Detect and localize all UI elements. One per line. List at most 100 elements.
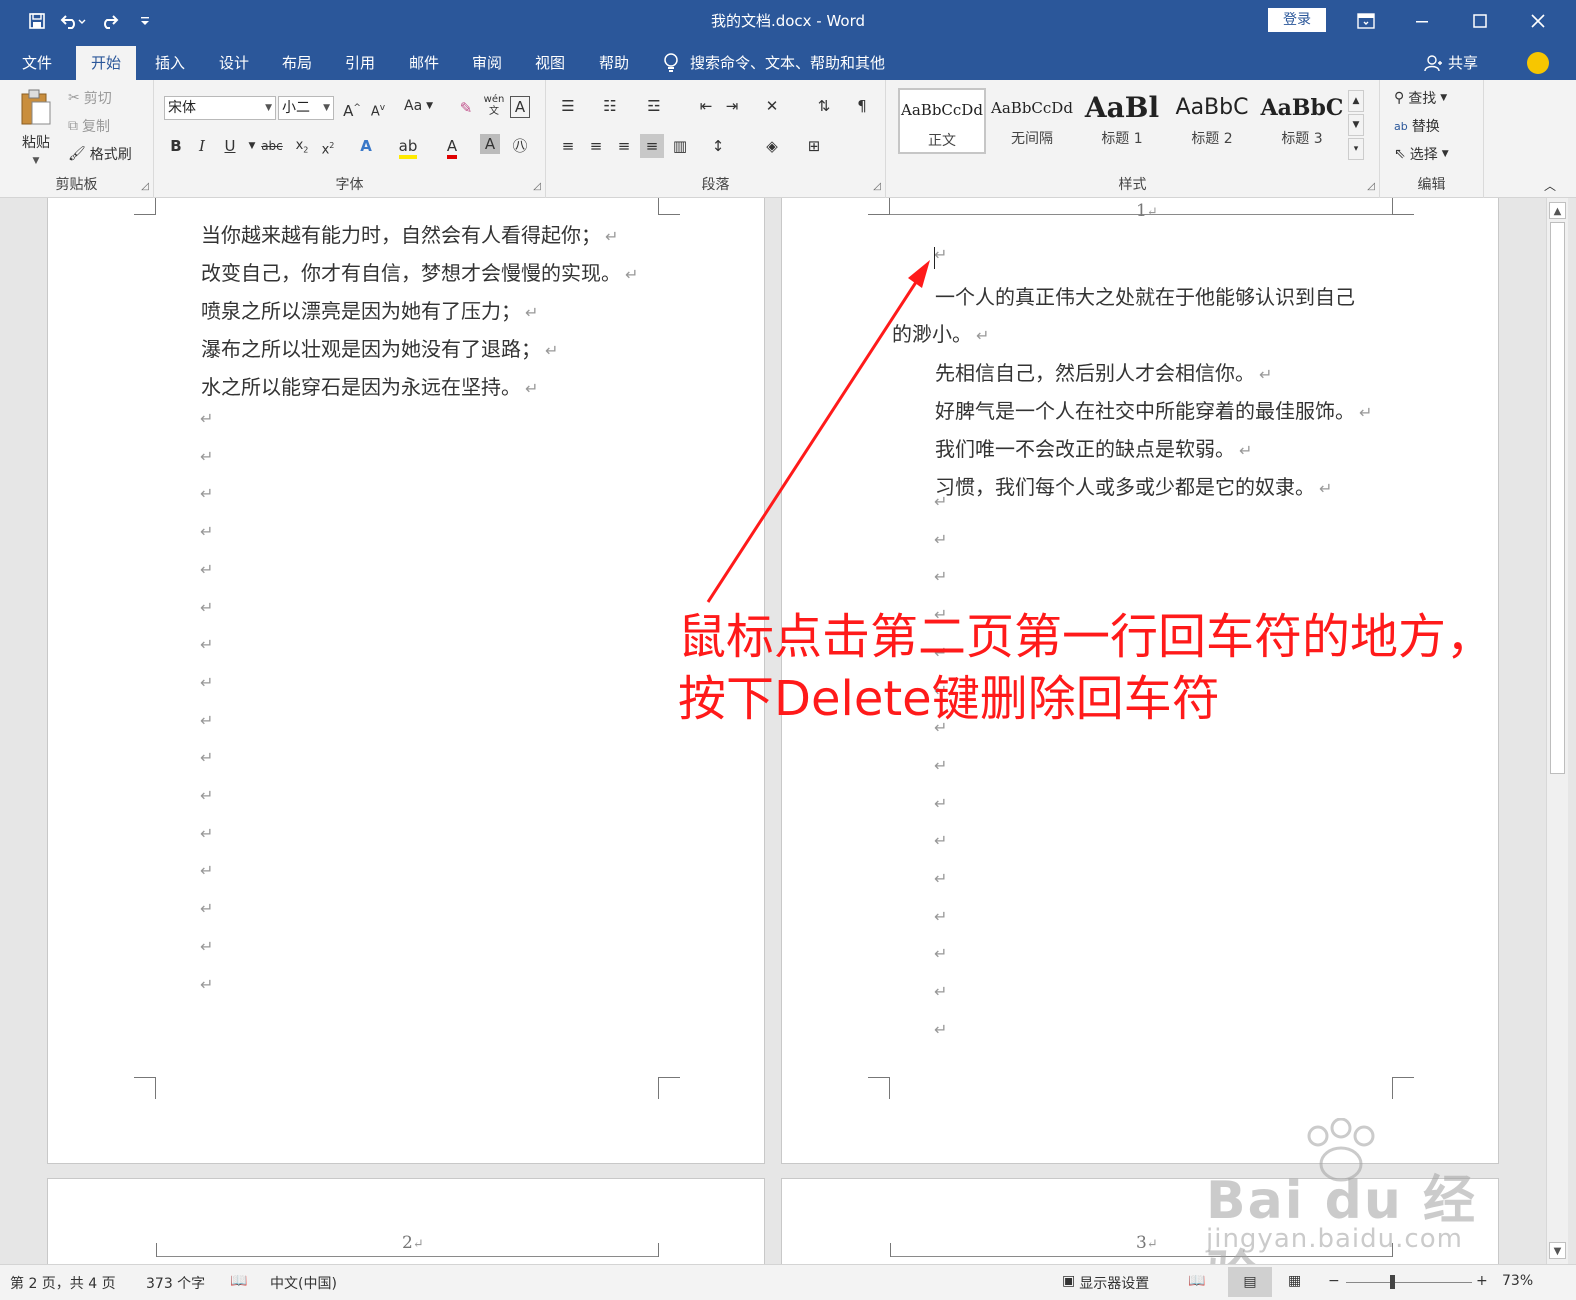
text-line[interactable]: 喷泉之所以漂亮是因为她有了压力； ↵: [201, 297, 538, 327]
zoom-in-icon[interactable]: +: [1476, 1273, 1488, 1289]
text-line[interactable]: 的渺小。 ↵: [892, 320, 989, 350]
find-button[interactable]: ⚲ 查找 ▼: [1394, 88, 1447, 108]
first-line-paragraph-mark[interactable]: ↵: [934, 245, 947, 264]
select-button[interactable]: ⇖ 选择 ▼: [1394, 144, 1449, 164]
italic-icon[interactable]: I: [190, 134, 214, 158]
proofing-icon[interactable]: 📖: [230, 1273, 247, 1289]
font-color-icon[interactable]: A: [440, 134, 464, 159]
tab-insert[interactable]: 插入: [140, 46, 200, 80]
read-mode-icon[interactable]: 📖: [1188, 1273, 1205, 1289]
change-case-button[interactable]: Aa ▼: [404, 98, 433, 114]
style-heading-2[interactable]: AaBbC 标题 2: [1168, 88, 1256, 154]
zoom-slider[interactable]: [1346, 1282, 1472, 1283]
cut-button[interactable]: ✂ 剪切: [68, 88, 112, 108]
tab-file[interactable]: 文件: [8, 46, 66, 80]
paragraph-mark[interactable]: ↵: [934, 869, 947, 888]
dialog-launcher-icon[interactable]: ◿: [873, 181, 881, 192]
display-settings-button[interactable]: ▣ 显示器设置: [1062, 1273, 1149, 1293]
tab-mailings[interactable]: 邮件: [394, 46, 454, 80]
paragraph-mark[interactable]: ↵: [934, 944, 947, 963]
show-formatting-marks-icon[interactable]: ¶: [850, 94, 874, 118]
chinese-layout-icon[interactable]: ✕: [760, 94, 784, 118]
style-no-spacing[interactable]: AaBbCcDd 无间隔: [988, 88, 1076, 154]
sort-icon[interactable]: ⇅: [812, 94, 836, 118]
zoom-slider-knob[interactable]: [1390, 1275, 1395, 1289]
line-spacing-icon[interactable]: ↕: [706, 134, 730, 158]
page-info[interactable]: 第 2 页，共 4 页: [10, 1273, 116, 1293]
paragraph-mark[interactable]: ↵: [200, 824, 213, 843]
tab-review[interactable]: 审阅: [457, 46, 517, 80]
paragraph-mark[interactable]: ↵: [934, 907, 947, 926]
maximize-icon[interactable]: [1460, 6, 1500, 36]
paragraph-mark[interactable]: ↵: [200, 786, 213, 805]
tab-layout[interactable]: 布局: [267, 46, 327, 80]
paragraph-mark[interactable]: ↵: [934, 492, 947, 511]
subscript-icon[interactable]: x2: [290, 134, 314, 163]
styles-more-icon[interactable]: ▾: [1348, 138, 1364, 160]
text-line[interactable]: 好脾气是一个人在社交中所能穿着的最佳服饰。 ↵: [935, 397, 1372, 427]
text-line[interactable]: 先相信自己，然后别人才会相信你。 ↵: [935, 359, 1272, 389]
paragraph-mark[interactable]: ↵: [934, 1020, 947, 1039]
text-line[interactable]: 瀑布之所以壮观是因为她没有了退路； ↵: [201, 335, 558, 365]
tab-references[interactable]: 引用: [330, 46, 390, 80]
tab-help[interactable]: 帮助: [584, 46, 644, 80]
strikethrough-icon[interactable]: abc: [260, 134, 284, 158]
scroll-down-icon[interactable]: ▼: [1549, 1242, 1566, 1259]
collapse-ribbon-icon[interactable]: ︿: [1538, 174, 1562, 198]
styles-scroll-down-icon[interactable]: ▼: [1348, 114, 1364, 136]
dialog-launcher-icon[interactable]: ◿: [533, 181, 541, 192]
paragraph-mark[interactable]: ↵: [200, 711, 213, 730]
dialog-launcher-icon[interactable]: ◿: [1367, 181, 1375, 192]
superscript-icon[interactable]: x2: [316, 134, 340, 162]
distributed-icon[interactable]: ▥: [668, 134, 692, 158]
feedback-smiley-icon[interactable]: [1527, 52, 1549, 74]
align-left-icon[interactable]: ≡: [556, 134, 580, 158]
paragraph-mark[interactable]: ↵: [200, 484, 213, 503]
enclose-characters-icon[interactable]: ㊇: [508, 134, 532, 158]
paragraph-mark[interactable]: ↵: [934, 530, 947, 549]
paste-button[interactable]: 粘贴 ▼: [18, 88, 54, 166]
print-layout-icon[interactable]: ▤: [1228, 1267, 1272, 1297]
text-line[interactable]: 一个人的真正伟大之处就在于他能够认识到自己: [935, 283, 1355, 311]
shrink-font-icon[interactable]: Av: [366, 96, 390, 124]
minimize-icon[interactable]: [1402, 6, 1442, 36]
page-1[interactable]: ↵ 当你越来越有能力时，自然会有人看得起你；↵ 改变自己，你才有自信，梦想才会慢…: [47, 198, 765, 1164]
paragraph-mark[interactable]: ↵: [934, 982, 947, 1001]
paragraph-mark[interactable]: ↵: [200, 975, 213, 994]
close-icon[interactable]: [1518, 6, 1558, 36]
shading-icon[interactable]: ◈: [760, 134, 784, 158]
format-painter-button[interactable]: 🖌 格式刷: [68, 144, 132, 164]
text-line[interactable]: 习惯，我们每个人或多或少都是它的奴隶。 ↵: [935, 473, 1332, 503]
justify-icon[interactable]: ≡: [640, 134, 664, 158]
replace-button[interactable]: ab 替换: [1394, 116, 1440, 136]
tab-view[interactable]: 视图: [520, 46, 580, 80]
text-line[interactable]: 当你越来越有能力时，自然会有人看得起你； ↵: [201, 221, 618, 251]
text-line[interactable]: 改变自己，你才有自信，梦想才会慢慢的实现。 ↵: [201, 259, 638, 289]
bullets-icon[interactable]: ☰: [556, 94, 580, 118]
paragraph-mark[interactable]: ↵: [200, 673, 213, 692]
character-border-icon[interactable]: A: [510, 96, 530, 118]
vertical-scrollbar[interactable]: ▲ ▼: [1546, 198, 1568, 1264]
bold-icon[interactable]: B: [164, 134, 188, 158]
paragraph-mark[interactable]: ↵: [200, 598, 213, 617]
styles-scroll-up-icon[interactable]: ▲: [1348, 90, 1364, 112]
scrollbar-thumb[interactable]: [1550, 222, 1565, 774]
paragraph-mark[interactable]: ↵: [934, 794, 947, 813]
page-3[interactable]: 2↵: [47, 1178, 765, 1264]
decrease-indent-icon[interactable]: ⇤: [694, 94, 718, 118]
numbering-icon[interactable]: ☷: [598, 94, 622, 118]
web-layout-icon[interactable]: ▦: [1288, 1273, 1301, 1289]
style-heading-1[interactable]: AaBl 标题 1: [1078, 88, 1166, 154]
ribbon-display-options-icon[interactable]: [1346, 6, 1386, 36]
text-effects-icon[interactable]: A: [354, 134, 378, 158]
grow-font-icon[interactable]: A^: [340, 96, 364, 123]
language-indicator[interactable]: 中文(中国): [270, 1273, 337, 1293]
multilevel-list-icon[interactable]: ☲: [642, 94, 666, 118]
dialog-launcher-icon[interactable]: ◿: [141, 181, 149, 192]
paragraph-mark[interactable]: ↵: [934, 756, 947, 775]
paragraph-mark[interactable]: ↵: [200, 635, 213, 654]
zoom-out-icon[interactable]: −: [1328, 1273, 1340, 1289]
paragraph-mark[interactable]: ↵: [200, 447, 213, 466]
text-line[interactable]: 水之所以能穿石是因为永远在坚持。 ↵: [201, 373, 538, 403]
style-normal[interactable]: AaBbCcDd 正文: [898, 88, 986, 154]
